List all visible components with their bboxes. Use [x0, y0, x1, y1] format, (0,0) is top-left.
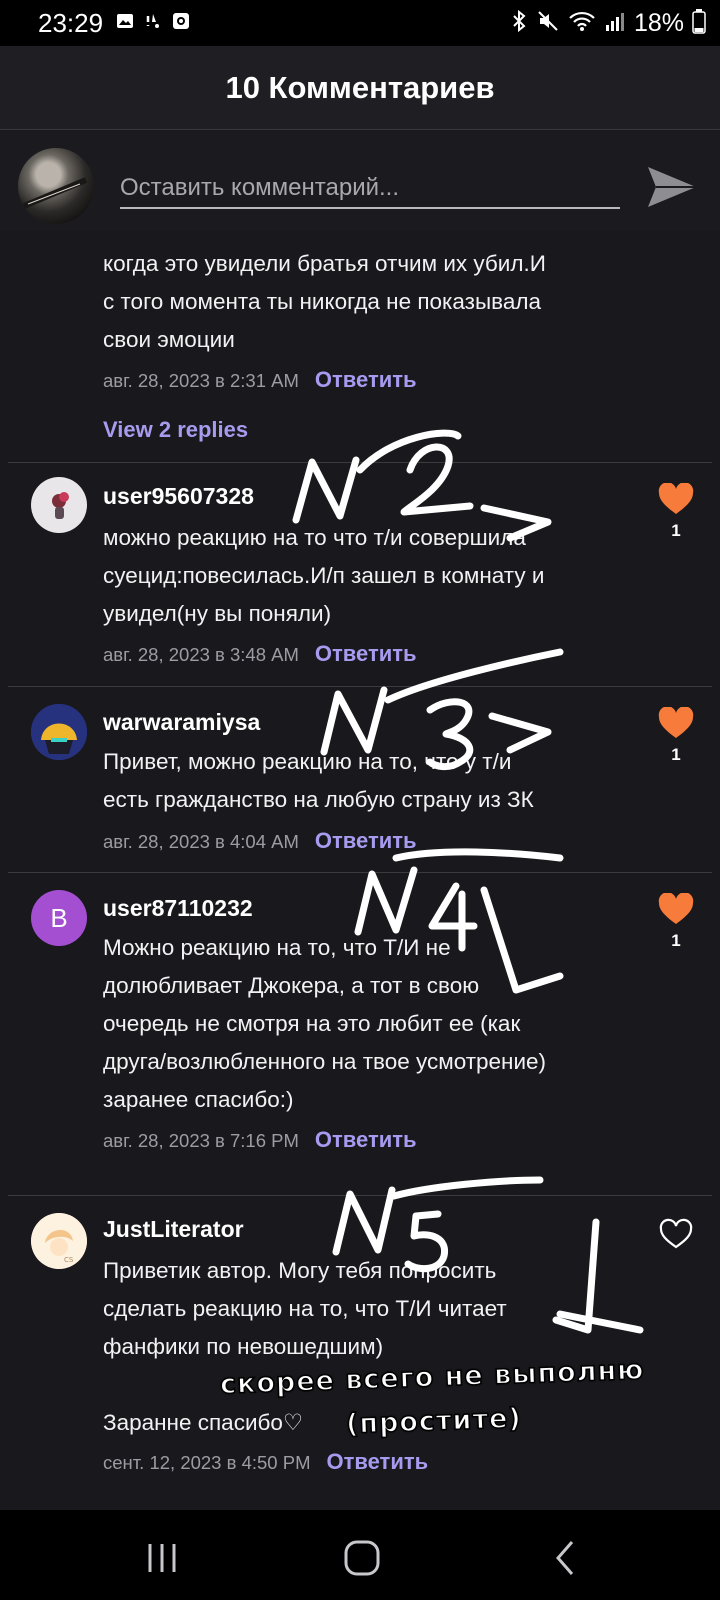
back-icon: [556, 1541, 574, 1575]
page-title: 10 Комментариев: [225, 70, 495, 105]
like-button[interactable]: 1: [656, 893, 696, 951]
like-count: 1: [671, 745, 681, 764]
avatar[interactable]: [31, 704, 87, 760]
heart-filled-icon: [658, 893, 694, 924]
current-user-avatar[interactable]: [18, 148, 94, 224]
reply-button[interactable]: Ответить: [315, 641, 417, 667]
heart-outline-icon: [659, 1218, 693, 1249]
comment-date: авг. 28, 2023 в 7:16 PM: [103, 1130, 299, 1151]
battery-icon: [692, 8, 706, 39]
recent-apps-icon: [148, 1544, 176, 1572]
comment-username[interactable]: user95607328: [103, 483, 254, 510]
like-count: 1: [671, 521, 681, 540]
reply-button[interactable]: Ответить: [315, 828, 417, 854]
header: 10 Комментариев: [0, 46, 720, 130]
comment-date: сент. 12, 2023 в 4:50 PM: [103, 1452, 311, 1473]
svg-text:CS: CS: [64, 1256, 74, 1264]
comment-username[interactable]: warwaramiysa: [103, 709, 260, 736]
notification-icon: [144, 12, 162, 30]
divider: [8, 1195, 712, 1196]
signal-icon: [604, 9, 626, 38]
mute-icon: [536, 9, 560, 38]
avatar[interactable]: CS: [31, 1213, 87, 1269]
comment-username[interactable]: JustLiterator: [103, 1216, 244, 1243]
avatar[interactable]: B: [31, 890, 87, 946]
send-button[interactable]: [644, 159, 700, 215]
avatar[interactable]: [31, 477, 87, 533]
reply-button[interactable]: Ответить: [315, 1127, 417, 1153]
like-count: 1: [671, 931, 681, 950]
status-time: 23:29: [38, 8, 104, 38]
comment-date: авг. 28, 2023 в 4:04 AM: [103, 831, 299, 852]
comment-text: когда это увидели братья отчим их убил.И…: [103, 251, 546, 352]
like-button[interactable]: 1: [656, 483, 696, 541]
divider: [8, 872, 712, 873]
divider: [8, 686, 712, 687]
comment-date: авг. 28, 2023 в 2:31 AM: [103, 370, 299, 391]
comment-composer: [0, 131, 720, 231]
avatar-letter: B: [50, 902, 68, 933]
like-button[interactable]: 1: [656, 707, 696, 765]
recent-apps-button[interactable]: [144, 1538, 184, 1578]
reply-button[interactable]: Ответить: [315, 367, 417, 393]
back-button[interactable]: [546, 1538, 586, 1578]
status-bar: 23:29 18%: [0, 0, 720, 46]
wifi-icon: [568, 9, 596, 38]
heart-filled-icon: [658, 483, 694, 514]
comment-text: Привет, можно реакцию на то, что у т/и е…: [103, 749, 534, 812]
comment-text: можно реакцию на то что т/и совершила су…: [103, 525, 545, 626]
home-button[interactable]: [342, 1538, 382, 1578]
bluetooth-icon: [510, 9, 528, 38]
heart-filled-icon: [658, 707, 694, 738]
view-replies-link[interactable]: View 2 replies: [103, 417, 248, 443]
send-icon: [648, 167, 696, 207]
comment-text: Приветик автор. Могу тебя попросить сдел…: [103, 1258, 507, 1435]
battery-percent: 18%: [633, 9, 684, 37]
divider: [8, 462, 712, 463]
comment-date: авг. 28, 2023 в 3:48 AM: [103, 644, 299, 665]
screen-record-icon: [172, 12, 190, 30]
system-nav-bar: [0, 1510, 720, 1600]
reply-button[interactable]: Ответить: [326, 1449, 428, 1475]
home-icon: [344, 1540, 380, 1576]
like-button[interactable]: [656, 1218, 696, 1250]
comment-text: Можно реакцию на то, что Т/И не долюблив…: [103, 935, 547, 1112]
comment-username[interactable]: user87110232: [103, 895, 253, 922]
comment-input[interactable]: [120, 169, 620, 209]
image-icon: [116, 12, 134, 30]
comment-list[interactable]: когда это увидели братья отчим их убил.И…: [0, 231, 720, 1510]
